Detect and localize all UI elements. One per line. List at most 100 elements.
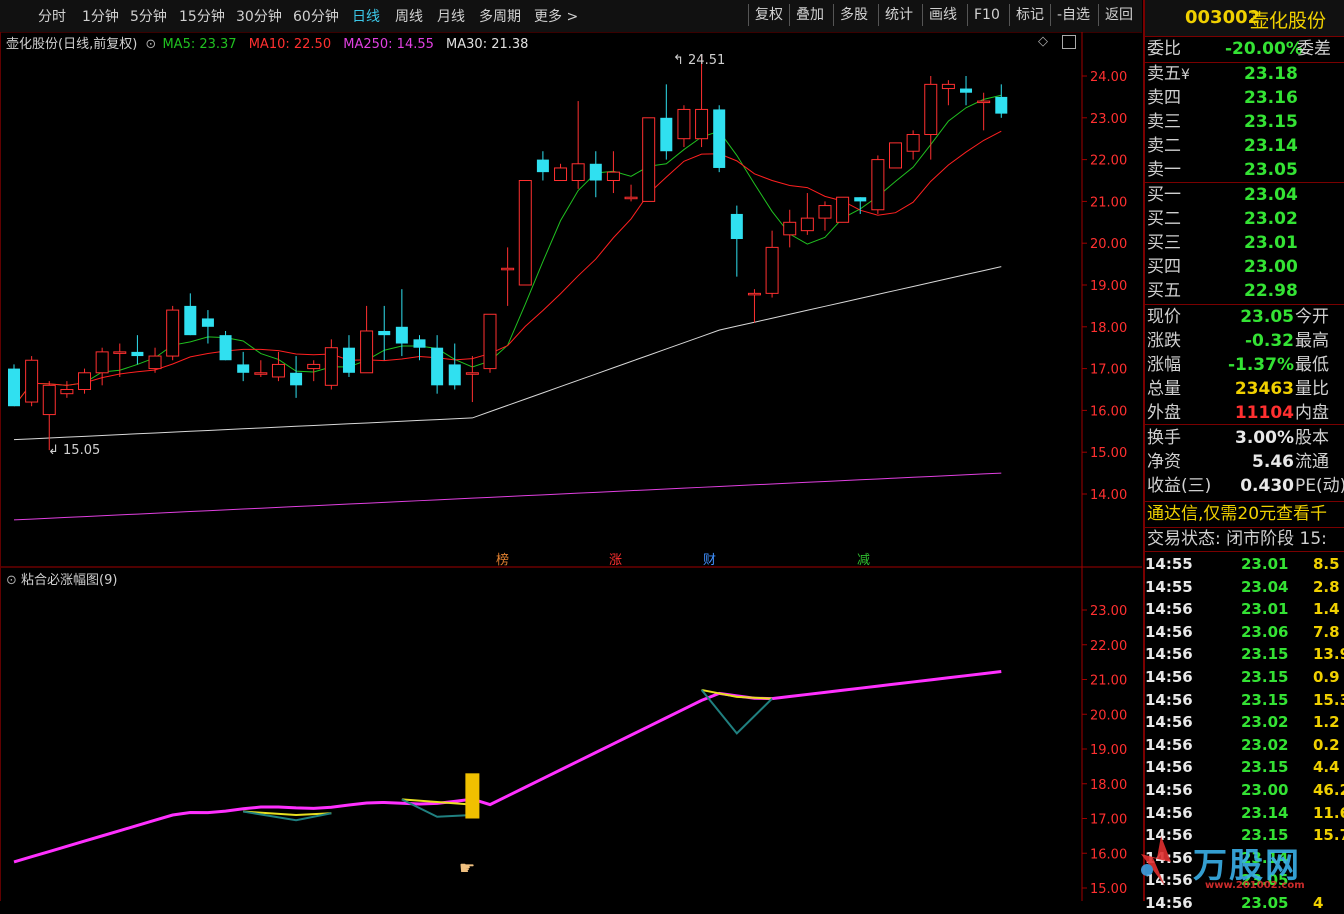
chevron-down-icon[interactable]: ⊙ (145, 37, 156, 52)
candle-body (307, 363, 321, 370)
candle-body (131, 351, 144, 357)
tick-row: 14:56 23.01 1.4 (1145, 600, 1340, 619)
weibi-value: -20.00% (1225, 39, 1303, 59)
mark-button[interactable]: 标记 (1009, 4, 1044, 26)
candle-body (378, 330, 391, 336)
y-tick-label: 15.00 (1090, 446, 1127, 461)
candle-body (642, 117, 656, 202)
tick-row: 14:5623.1411.6 (1145, 803, 1344, 822)
tick-row: 14:56 23.06 7.8 (1145, 622, 1340, 641)
period-tab-multi[interactable]: 多周期 (479, 6, 521, 26)
candle-body (8, 368, 20, 407)
stat-row: 外盘 11104 内盘 (1147, 403, 1329, 423)
back-button[interactable]: 返回 (1098, 4, 1133, 26)
stat-row: 涨幅 -1.37% 最低 (1147, 355, 1329, 375)
y-tick-label: 15.00 (1090, 882, 1127, 897)
y-tick-label: 16.00 (1090, 404, 1127, 419)
candle-body (201, 318, 214, 327)
buy-level-row: 买五 22.98 (1147, 281, 1298, 301)
ma250-line (13, 472, 1002, 521)
candle-body (95, 351, 109, 374)
period-tab-monthly[interactable]: 月线 (437, 6, 465, 26)
ma30-label: MA30: 21.38 (446, 37, 529, 52)
candle-body (501, 267, 515, 271)
buy-level-row: 买二 23.02 (1147, 209, 1298, 229)
quote-panel: 003002 壶化股份 委比 -20.00% 委差 卖五¥ 23.18 卖四 23.1… (1141, 0, 1344, 912)
sell-level-row: 卖五¥ 23.18 (1147, 64, 1298, 84)
chart-header: 壶化股份(日线,前复权) ⊙ MA5: 23.37 MA10: 22.50 MA… (6, 33, 528, 52)
overlay-button[interactable]: 叠加 (789, 4, 824, 26)
draw-line-button[interactable]: 画线 (922, 4, 957, 26)
tick-row: 14:55 23.01 8.5 (1145, 555, 1340, 573)
event-marker: 榜 (496, 552, 509, 568)
candle-body (271, 363, 285, 378)
period-tab-daily[interactable]: 日线 (352, 6, 380, 26)
kline-chart[interactable]: 24.00 23.00 22.00 21.00 20.00 19.00 18.00 17.00… (0, 32, 1142, 901)
period-toolbar: 分时 1分钟 5分钟 15分钟 30分钟 60分钟 日线 周线 月线 多周期 更… (0, 0, 1142, 33)
y-tick-label: 23.00 (1090, 112, 1127, 127)
candle-body (960, 88, 973, 93)
candle-body (413, 339, 426, 348)
candle-body (800, 217, 814, 232)
period-tab-60min[interactable]: 60分钟 (293, 6, 339, 26)
period-tab-5min[interactable]: 5分钟 (130, 6, 167, 26)
stat-row: 总量 23463 量比 (1147, 379, 1329, 399)
indicator-line (13, 670, 1002, 864)
buy-level-row: 买三 23.01 (1147, 233, 1298, 253)
candle-body (713, 109, 726, 168)
candle-body (695, 108, 709, 140)
stock-code: 003002 (1185, 7, 1261, 28)
y-tick-label: 19.00 (1090, 279, 1127, 294)
candle-body (924, 83, 938, 136)
tick-row: 14:55 23.04 2.8 (1145, 577, 1340, 596)
watermark-logo: 万股网 www.201002.com (1131, 832, 1344, 892)
candle-body (871, 159, 885, 211)
candle-body (166, 309, 180, 357)
candle-body (765, 246, 779, 294)
stat-row: 现价 23.05 今开 (1147, 307, 1329, 327)
y-tick-label: 17.00 (1090, 813, 1127, 828)
f10-button[interactable]: F10 (967, 4, 1000, 26)
candle-body (42, 384, 56, 416)
y-tick-label: 17.00 (1090, 363, 1127, 378)
stat-row: 收益(三) 0.430 PE(动) (1147, 476, 1344, 496)
candle-body (184, 305, 197, 336)
period-tab-15min[interactable]: 15分钟 (179, 6, 225, 26)
diamond-icon[interactable]: ◇ (1038, 34, 1048, 49)
y-tick-label: 22.00 (1090, 639, 1127, 654)
statistics-button[interactable]: 统计 (878, 4, 913, 26)
fuquan-button[interactable]: 复权 (748, 4, 783, 26)
candle-body (606, 171, 620, 181)
candle-body (730, 213, 743, 240)
candle-body (783, 221, 797, 236)
tick-row: 14:5623.0046.2 (1145, 781, 1344, 799)
period-tab-30min[interactable]: 30分钟 (236, 6, 282, 26)
candle-body (836, 196, 850, 223)
event-marker: 减 (857, 553, 870, 568)
maximize-icon[interactable] (1062, 35, 1076, 49)
event-marker: 财 (703, 553, 716, 568)
y-tick-label: 14.00 (1090, 488, 1127, 503)
indicator-teal-line (243, 810, 332, 822)
candle-body (237, 364, 250, 373)
period-tab-1min[interactable]: 1分钟 (82, 6, 119, 26)
candle-body (889, 142, 902, 169)
multi-stock-button[interactable]: 多股 (833, 4, 868, 26)
candle-body (589, 163, 602, 181)
candle-body (254, 372, 268, 375)
candle-body (324, 347, 338, 386)
period-tab-more[interactable]: 更多 > (534, 6, 578, 26)
period-tab-weekly[interactable]: 周线 (395, 6, 423, 26)
ma5-label: MA5: 23.37 (162, 37, 237, 52)
watermark-url: www.201002.com (1205, 880, 1305, 891)
sell-level-row: 卖三 23.15 (1147, 112, 1298, 132)
remove-watchlist-button[interactable]: -自选 (1050, 4, 1090, 26)
candle-body (431, 347, 444, 386)
sell-level-row: 卖四 23.16 (1147, 88, 1298, 108)
promo-link[interactable]: 通达信,仅需20元查看千 (1147, 503, 1327, 525)
period-tab-fenshi[interactable]: 分时 (38, 6, 66, 26)
weibi-label: 委比 (1147, 39, 1181, 59)
sell-level-row: 卖一 23.05 (1147, 160, 1298, 180)
tick-row: 14:56 23.15 0.9 (1145, 668, 1340, 686)
chevron-down-icon[interactable]: ⊙ (6, 573, 17, 588)
